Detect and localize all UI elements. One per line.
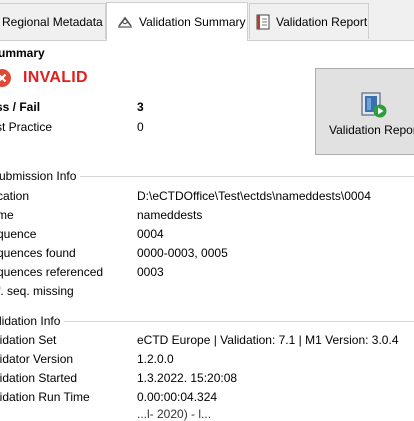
tab-label: Validation Summary	[139, 15, 246, 29]
sequences-found-value: 0000-0003, 0005	[137, 246, 228, 260]
sequences-referenced-value: 0003	[137, 265, 164, 279]
tab-strip: Regional Metadata Validation Summary Val…	[0, 0, 414, 41]
location-value: D:\eCTDOffice\Test\ectds\nameddests\0004	[137, 189, 371, 203]
sequence-value: 0004	[137, 227, 164, 241]
pass-fail-value: 3	[137, 100, 144, 114]
validation-started-value: 1.3.2022. 15:20:08	[137, 371, 238, 385]
ref-seq-missing-label: f. seq. missing	[0, 284, 74, 298]
validator-version-label: lidator Version	[0, 352, 74, 366]
sequences-referenced-label: quences referenced	[0, 265, 104, 279]
validation-started-label: lidation Started	[0, 371, 78, 385]
partial-row-value: ...l- 2020) - l...	[137, 407, 212, 421]
validation-set-label: lidation Set	[0, 333, 57, 347]
validator-version-value: 1.2.0.0	[137, 352, 174, 366]
tab-validation-report[interactable]: Validation Report	[249, 3, 369, 39]
tab-validation-summary[interactable]: Validation Summary	[106, 2, 248, 41]
run-report-icon	[360, 91, 388, 122]
validation-run-time-value: 0.00:00:04.324	[137, 390, 218, 404]
validation-report-button-label: Validation Repor	[329, 123, 414, 137]
best-practice-value: 0	[137, 120, 144, 134]
summary-heading: ummary	[0, 46, 45, 60]
validation-report-button[interactable]: Validation Repor	[315, 68, 414, 155]
tab-regional-metadata[interactable]: Regional Metadata	[0, 3, 106, 39]
submission-info-heading: ubmission Info	[0, 169, 81, 183]
best-practice-label: st Practice	[0, 120, 53, 134]
location-label: cation	[0, 189, 30, 203]
tab-label: Regional Metadata	[2, 14, 103, 29]
validation-info-heading: lidation Info	[0, 314, 65, 328]
validation-run-time-label: lidation Run Time	[0, 390, 90, 404]
name-label: me	[0, 208, 14, 222]
sequence-label: quence	[0, 227, 37, 241]
validation-set-value: eCTD Europe | Validation: 7.1 | M1 Versi…	[137, 333, 399, 347]
error-circle-icon	[0, 68, 12, 88]
validation-status: INVALID	[23, 69, 88, 86]
pass-fail-label: ss / Fail	[0, 100, 41, 114]
name-value: nameddests	[137, 208, 203, 222]
report-document-icon	[256, 14, 270, 30]
validation-summary-icon	[117, 15, 133, 29]
sequences-found-label: quences found	[0, 246, 76, 260]
tab-label: Validation Report	[276, 14, 368, 29]
